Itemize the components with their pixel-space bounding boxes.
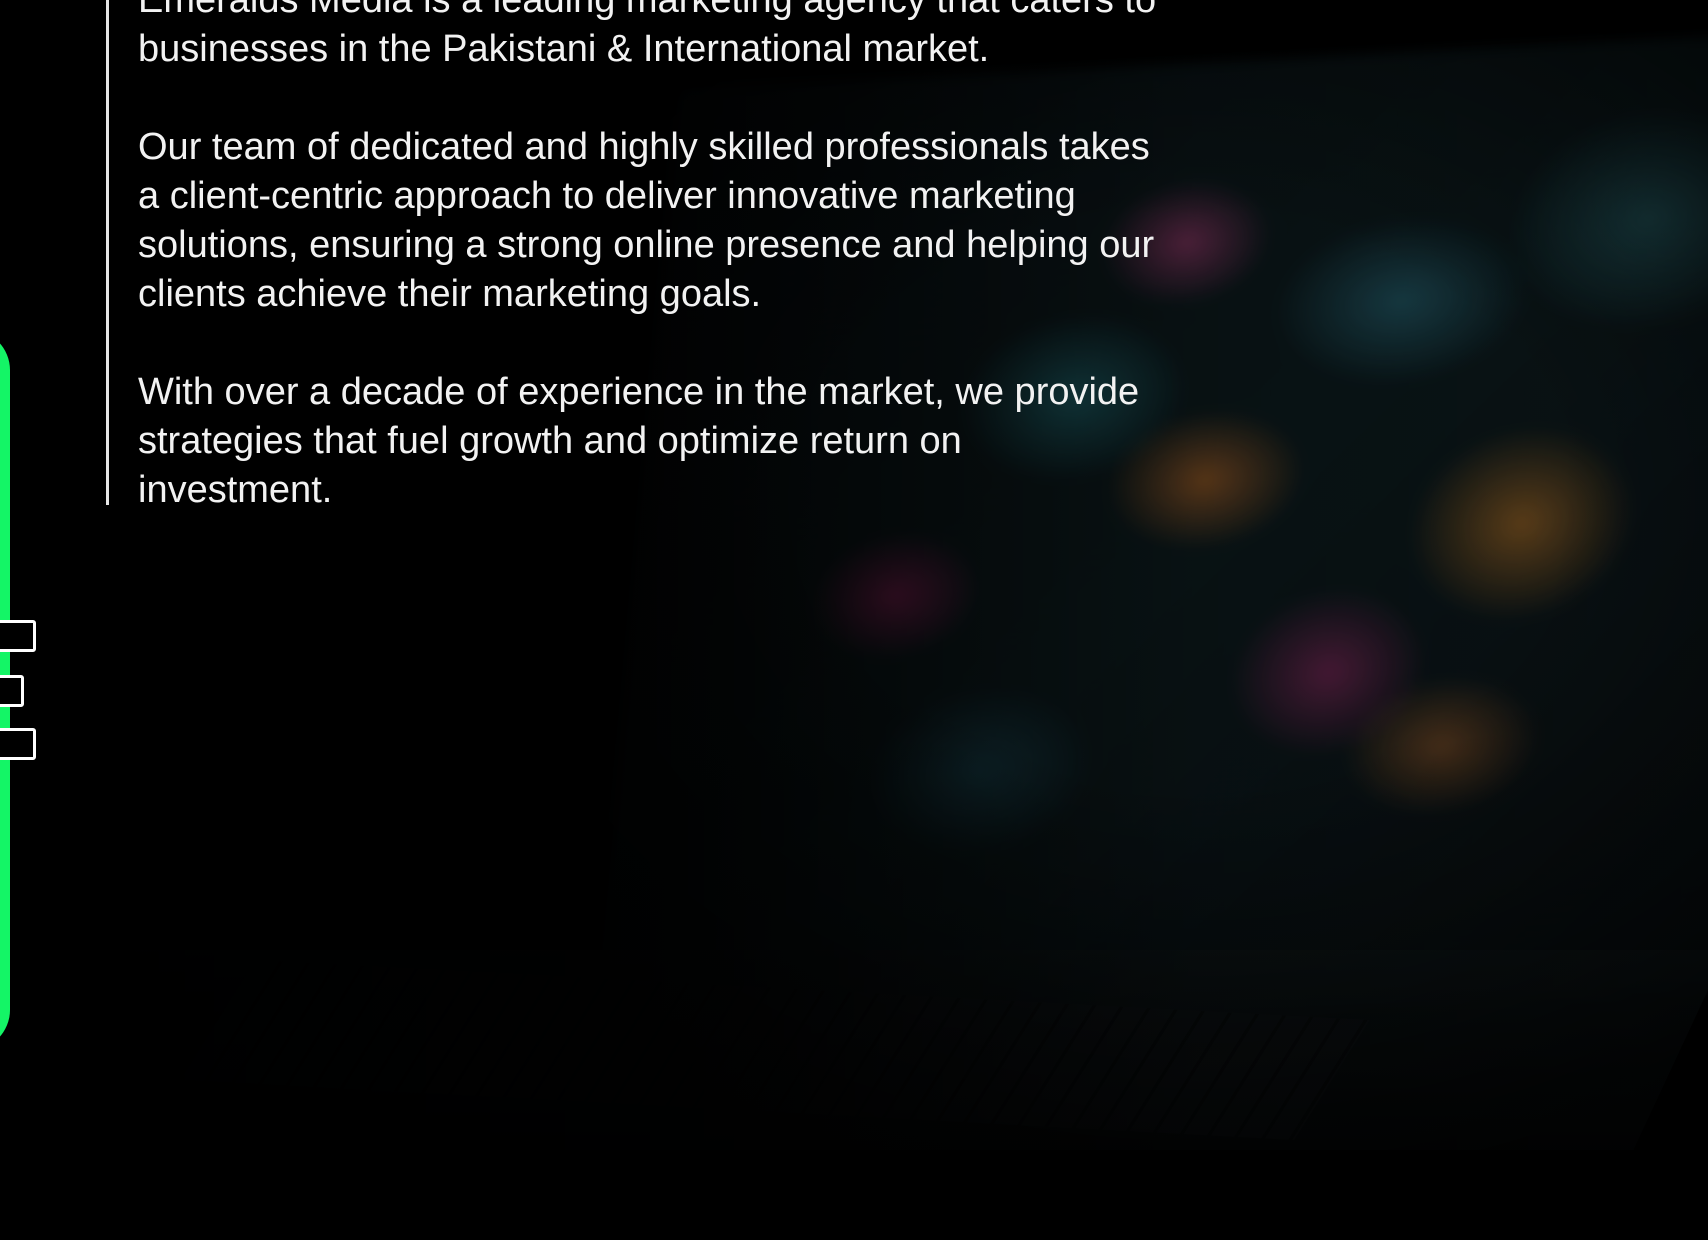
about-paragraph-1: Emeralds Media is a leading marketing ag… — [138, 0, 1157, 70]
decorative-slot-2 — [0, 675, 24, 707]
vertical-divider — [106, 0, 109, 505]
about-paragraph-3: With over a decade of experience in the … — [138, 371, 1140, 511]
decorative-slot-3 — [0, 728, 36, 760]
about-text-block: Emeralds Media is a leading marketing ag… — [138, 0, 1288, 564]
about-paragraph-2: Our team of dedicated and highly skilled… — [138, 126, 1155, 315]
decorative-slot-1 — [0, 620, 36, 652]
